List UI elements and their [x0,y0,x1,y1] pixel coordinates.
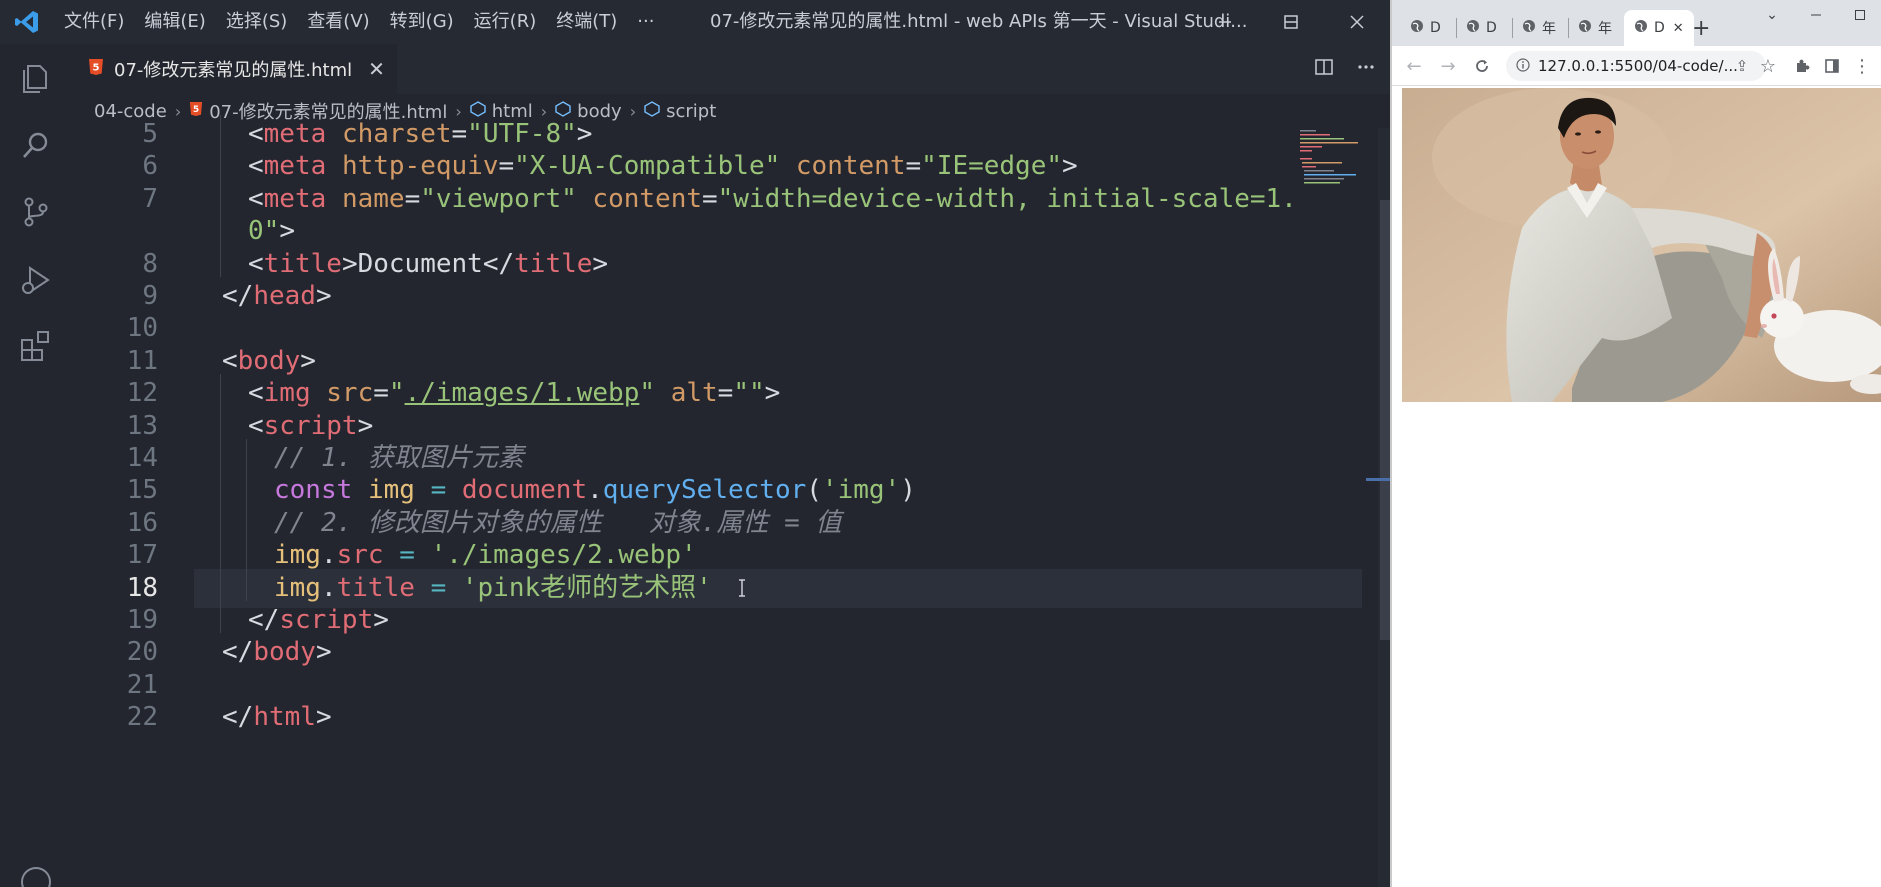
indent-guide [220,244,221,277]
page-image [1402,88,1881,402]
source-control-icon[interactable] [18,194,54,230]
back-arrow-icon[interactable]: ← [1402,54,1426,78]
page-viewport [1392,86,1881,887]
code-line[interactable]: 22 </html> [72,698,1282,737]
indent-guide [220,147,221,180]
indent-guide [220,568,221,601]
new-tab-button[interactable]: + [1692,10,1710,46]
url-text: 127.0.0.1:5500/04-code/... [1538,57,1738,75]
menu-more[interactable]: ··· [627,0,664,44]
indent-guide [220,503,221,537]
menu-go[interactable]: 转到(G) [380,0,464,44]
indent-guide [246,536,247,569]
site-info-icon[interactable] [1516,57,1530,76]
indent-guide [220,115,221,148]
reload-icon[interactable] [1470,54,1494,78]
html5-file-icon: 5 [88,58,104,80]
menu-bar: 文件(F) 编辑(E) 选择(S) 查看(V) 转到(G) 运行(R) 终端(T… [54,0,664,44]
minimize-button-2[interactable] [1192,0,1258,44]
run-debug-icon[interactable] [18,262,54,298]
browser-tab-title: 年 [1542,21,1556,37]
tab-search-icon[interactable]: ⌄ [1750,0,1794,30]
tab-close-button[interactable]: ✕ [368,57,385,81]
close-window-button[interactable] [1324,0,1390,44]
indent-guide [220,601,221,634]
svg-text:5: 5 [93,63,100,74]
scrollbar-thumb[interactable] [1380,200,1390,640]
browser-maximize-button[interactable] [1838,0,1881,30]
browser-tab-2[interactable]: D [1466,10,1497,46]
browser-tab-strip: D D 年 年 D ✕ + ⌄ [1392,0,1881,46]
browser-tab-title: 年 [1598,21,1612,37]
menu-terminal[interactable]: 终端(T) [546,0,627,44]
tab-divider [1512,18,1513,38]
browser-minimize-button[interactable] [1794,0,1838,30]
menu-run[interactable]: 运行(R) [464,0,547,44]
activity-bar [0,44,72,887]
window-title: 07-修改元素常见的属性.html - web APIs 第一天 - Visua… [710,11,1248,32]
browser-tab-4[interactable]: 年 [1578,10,1612,46]
extensions-icon[interactable] [18,328,54,364]
indent-guide [246,439,247,472]
code-text: </html> [222,702,332,733]
editor-tab[interactable]: 5 07-修改元素常见的属性.html ✕ [72,44,397,94]
indent-guide [220,536,221,569]
tab-divider [1568,18,1569,38]
globe-icon [1522,19,1536,37]
indent-guide [246,503,247,537]
svg-text:5: 5 [193,105,199,115]
browser-window: D D 年 年 D ✕ + ⌄ ← → 127.0.0.1:5500/04-co… [1390,0,1881,887]
extensions-puzzle-icon[interactable] [1790,54,1814,78]
browser-tab-title: D [1486,20,1497,36]
browser-tab-3[interactable]: 年 [1522,10,1556,46]
explorer-icon[interactable] [18,60,54,96]
maximize-button[interactable] [1258,0,1324,44]
search-icon[interactable] [18,128,54,164]
more-actions-icon[interactable] [1356,57,1376,81]
vscode-window: 文件(F) 编辑(E) 选择(S) 查看(V) 转到(G) 运行(R) 终端(T… [0,0,1390,887]
scrollbar-cursor-marker [1366,478,1390,481]
share-icon[interactable]: ⇪ [1730,54,1754,78]
browser-tab-active[interactable]: D ✕ [1624,10,1694,46]
menu-view[interactable]: 查看(V) [297,0,379,44]
browser-tab-title: D [1430,20,1441,36]
title-bar: 文件(F) 编辑(E) 选择(S) 查看(V) 转到(G) 运行(R) 终端(T… [0,0,1390,44]
editor-tab-bar: 5 07-修改元素常见的属性.html ✕ [72,44,1390,94]
globe-icon [1410,19,1424,37]
browser-tab-1[interactable]: D [1410,10,1441,46]
indent-guide [220,179,221,213]
chrome-menu-icon[interactable]: ⋮ [1850,54,1874,78]
indent-guide [220,406,221,439]
close-tab-button[interactable]: ✕ [1673,21,1684,36]
line-number: 22 [126,702,158,733]
split-editor-icon[interactable] [1314,57,1334,81]
menu-file[interactable]: 文件(F) [54,0,134,44]
indent-guide [246,471,247,504]
indent-guide [246,568,247,601]
menu-edit[interactable]: 编辑(E) [134,0,215,44]
tab-divider [1456,18,1457,38]
forward-arrow-icon[interactable]: → [1436,54,1460,78]
globe-icon [1466,19,1480,37]
editor-actions [1314,44,1376,94]
tab-label: 07-修改元素常见的属性.html [114,60,353,81]
indent-guide [220,439,221,472]
menu-selection[interactable]: 选择(S) [216,0,297,44]
minimap[interactable] [1294,128,1390,188]
code-editor[interactable]: 5 <meta charset="UTF-8"> 6 <meta http-equiv… [72,115,1390,887]
vscode-logo-icon [0,0,54,44]
indent-guide [220,471,221,504]
bookmark-star-icon[interactable]: ☆ [1756,54,1780,78]
indent-guide [220,374,221,407]
account-icon[interactable] [18,864,54,887]
text-cursor-icon [736,578,748,602]
side-panel-icon[interactable] [1820,54,1844,78]
address-bar[interactable]: 127.0.0.1:5500/04-code/... [1506,51,1766,81]
globe-icon [1578,19,1592,37]
globe-icon [1634,19,1648,37]
browser-tab-title: D [1654,20,1665,36]
browser-toolbar: ← → 127.0.0.1:5500/04-code/... ⇪ ☆ ⋮ [1392,46,1881,86]
indent-guide [220,212,221,245]
